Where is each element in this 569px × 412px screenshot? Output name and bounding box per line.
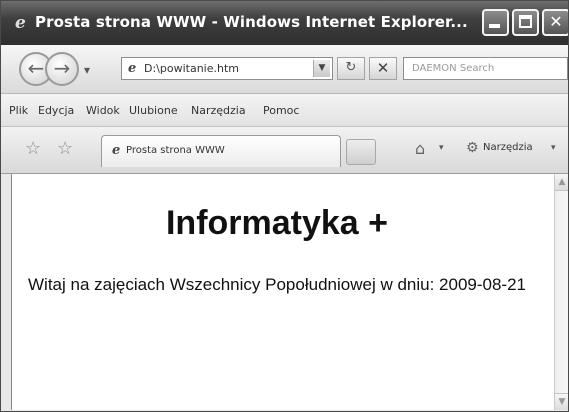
scroll-down-button[interactable]: ▼ (555, 393, 568, 410)
address-bar[interactable]: e D:\powitanie.htm ▼ (121, 57, 333, 80)
address-input[interactable]: D:\powitanie.htm (144, 62, 239, 75)
scroll-up-button[interactable]: ▲ (555, 174, 568, 191)
add-favorites-icon[interactable]: ☆ (57, 138, 73, 159)
maximize-icon (519, 15, 532, 28)
address-dropdown-icon[interactable]: ▼ (313, 60, 330, 77)
new-tab-button[interactable] (346, 139, 376, 165)
navigation-bar: ← → ▾ e D:\powitanie.htm ▼ ↻ ✕ DAEMON Se… (1, 45, 568, 94)
welcome-text: Witaj na zajęciach Wszechnicy Popołudnio… (28, 275, 526, 294)
minimize-icon (489, 24, 500, 28)
forward-button[interactable]: → (45, 52, 79, 86)
tab-label: Prosta strona WWW (126, 145, 225, 156)
menu-item-narzedzia[interactable]: Narzędzia (191, 104, 246, 117)
home-icon[interactable]: ⌂ (415, 139, 425, 158)
tab-bar: ☆ ☆ e Prosta strona WWW ⌂ ▾ ⚙ Narzędzia … (1, 127, 568, 174)
menu-item-pomoc[interactable]: Pomoc (263, 104, 299, 117)
vertical-scrollbar[interactable]: ▲ ▼ (554, 174, 568, 410)
close-button[interactable]: ✕ (542, 9, 568, 36)
page-heading: Informatyka + (165, 204, 389, 242)
favorites-star-icon[interactable]: ☆ (25, 138, 41, 159)
maximize-button[interactable] (512, 9, 539, 36)
tools-menu-button[interactable]: Narzędzia (483, 142, 533, 153)
back-arrow-icon: ← (27, 56, 45, 80)
home-dropdown-icon[interactable]: ▾ (439, 143, 444, 153)
menu-item-ulubione[interactable]: Ulubione (129, 104, 178, 117)
title-bar[interactable]: e Prosta strona WWW - Windows Internet E… (1, 1, 568, 45)
menu-item-edycja[interactable]: Edycja (38, 104, 74, 117)
close-icon: ✕ (549, 12, 563, 31)
gear-icon: ⚙ (466, 140, 479, 156)
search-box[interactable]: DAEMON Search (403, 57, 568, 80)
window-title: Prosta strona WWW - Windows Internet Exp… (35, 13, 468, 31)
search-input[interactable]: DAEMON Search (412, 63, 494, 74)
page-content: Informatyka + Witaj na zajęciach Wszechn… (11, 174, 555, 410)
menu-item-plik[interactable]: Plik (9, 104, 28, 117)
minimize-button[interactable] (482, 9, 509, 36)
stop-button[interactable]: ✕ (369, 57, 397, 80)
recent-pages-dropdown-icon[interactable]: ▾ (84, 63, 90, 77)
refresh-button[interactable]: ↻ (337, 57, 365, 80)
stop-icon: ✕ (376, 59, 390, 77)
page-icon: e (128, 61, 137, 76)
menu-item-widok[interactable]: Widok (86, 104, 120, 117)
tab-active[interactable]: e Prosta strona WWW (101, 135, 341, 167)
forward-arrow-icon: → (53, 56, 71, 80)
menu-bar: Plik Edycja Widok Ulubione Narzędzia Pom… (1, 94, 568, 127)
browser-window: e Prosta strona WWW - Windows Internet E… (0, 0, 569, 412)
ie-logo-icon: e (15, 13, 26, 33)
page-icon: e (112, 143, 121, 158)
refresh-icon: ↻ (345, 60, 357, 75)
tools-dropdown-icon[interactable]: ▾ (551, 143, 556, 153)
